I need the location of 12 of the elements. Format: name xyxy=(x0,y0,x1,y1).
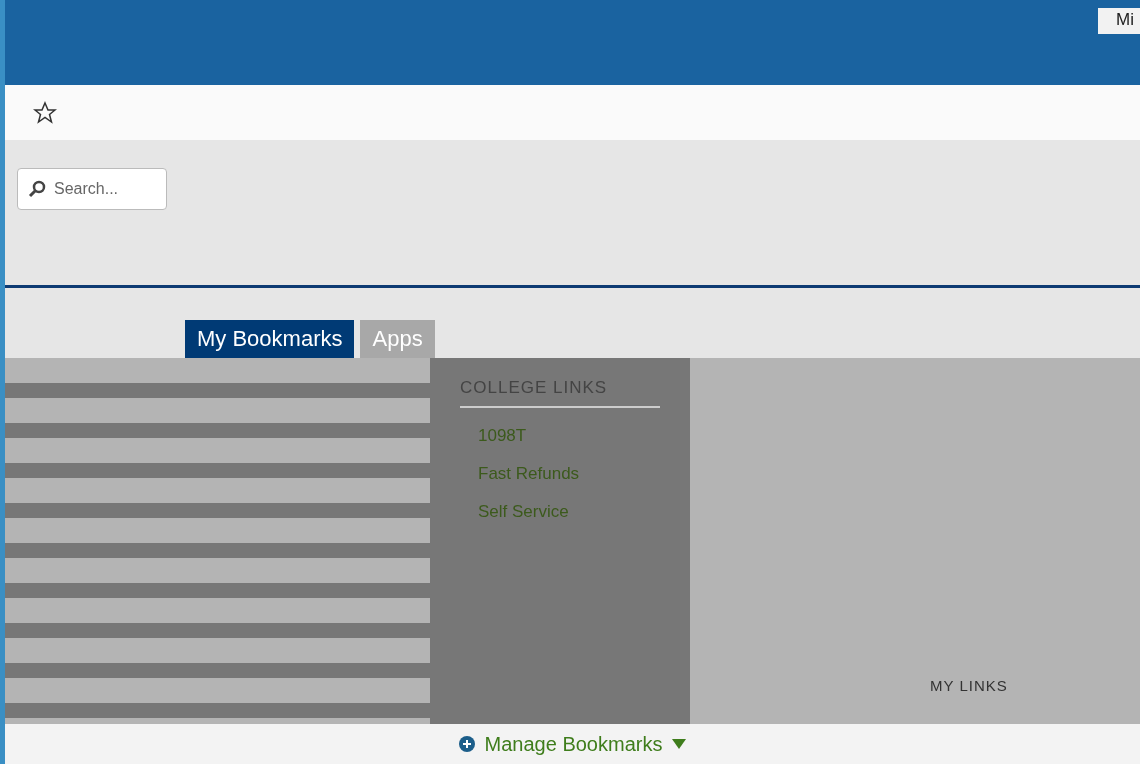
manage-bookmarks-link[interactable]: Manage Bookmarks xyxy=(458,732,687,756)
link[interactable]: 1098T xyxy=(460,426,660,446)
tab[interactable]: Apps xyxy=(360,320,435,358)
caret-icon xyxy=(672,739,687,749)
tab[interactable]: My Bookmarks xyxy=(185,320,355,358)
link[interactable]: Self Service xyxy=(460,502,660,522)
search-field[interactable]: Search... xyxy=(17,168,167,210)
section-title: MY LINKS xyxy=(930,677,1008,694)
plus-icon xyxy=(458,736,475,752)
star-icon[interactable] xyxy=(33,100,57,125)
corner-tab[interactable]: Mi xyxy=(1098,8,1140,34)
link[interactable]: Fast Refunds xyxy=(460,464,660,484)
